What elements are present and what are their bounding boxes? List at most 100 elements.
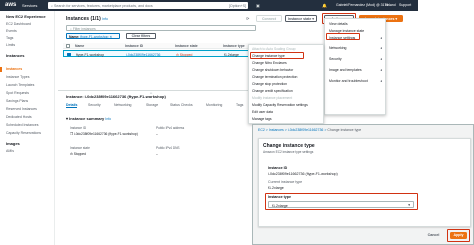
instance-id-link[interactable]: i-0dc238f09e11662736 <box>126 53 160 57</box>
instance-state-label: Instance state <box>70 146 90 150</box>
menu-item-image-templates[interactable]: Image and templates <box>329 68 362 72</box>
breadcrumb-current: Change instance type <box>327 128 362 132</box>
current-type-value: f1.2xlarge <box>268 186 284 190</box>
notifications-icon[interactable]: 🔔 <box>322 3 327 8</box>
sidebar-item[interactable]: Tags <box>6 36 13 40</box>
chevron-left-icon: ◂ <box>380 46 382 50</box>
breadcrumb-instance-id[interactable]: i-0dc238f09e11662736 <box>288 128 324 132</box>
column-header[interactable]: Name <box>75 44 84 48</box>
menu-item-view-details[interactable]: View details <box>329 22 348 26</box>
sidebar-header: New EC2 Experience <box>6 14 46 19</box>
highlight-change-instance-type <box>250 52 304 59</box>
instance-id-value: ❐ i-0dc238f09e11662736 (ftype-F1-worksho… <box>70 132 138 136</box>
public-ipv4-label: Public IPv4 address <box>156 126 185 130</box>
submenu-item-termination[interactable]: Change termination protection <box>252 75 297 79</box>
instance-state-button[interactable]: Instance state ▾ <box>285 15 317 22</box>
instance-detail-pane <box>58 90 248 245</box>
breadcrumb: EC2 > Instances > i-0dc238f09e11662736 >… <box>258 128 362 132</box>
menu-item-monitor[interactable]: Monitor and troubleshoot <box>329 79 368 83</box>
submenu-item-shutdown[interactable]: Change shutdown behavior <box>252 68 293 72</box>
page-title: Instances (1/1) Info <box>66 16 108 22</box>
sidebar-item[interactable]: Savings Plans <box>6 99 28 103</box>
submenu-item-credit-spec[interactable]: Change credit specification <box>252 89 293 93</box>
column-header[interactable]: Instance ID <box>125 44 143 48</box>
highlight-apply <box>447 229 470 242</box>
aws-logo[interactable]: aws <box>5 2 16 8</box>
submenu-item-manage-tags[interactable]: Manage tags <box>252 117 272 121</box>
sidebar-item[interactable]: Events <box>6 29 17 33</box>
sidebar-item-instances[interactable]: Instances <box>6 67 22 71</box>
chevron-left-icon: ◂ <box>380 57 382 61</box>
public-dns-label: Public IPv4 DNS <box>156 146 180 150</box>
sidebar-item[interactable]: Limits <box>6 43 15 47</box>
table-row[interactable]: ftype-F1-workshop i-0dc238f09e11662736 ⊝… <box>63 50 268 57</box>
tab-storage[interactable]: Storage <box>146 103 158 107</box>
connect-button[interactable]: Connect <box>256 15 282 22</box>
submenu-item-nitro-enclaves[interactable]: Change Nitro Enclaves <box>252 61 287 65</box>
copy-icon: ❐ <box>70 132 73 136</box>
cancel-button[interactable]: Cancel <box>425 232 442 239</box>
region-selector[interactable]: Ireland <box>385 3 396 7</box>
submenu-item-attach-asg[interactable]: Attach to Auto Scaling Group <box>252 47 296 51</box>
sidebar: New EC2 Experience EC2 Dashboard Events … <box>0 11 55 245</box>
column-header[interactable]: Instance type <box>223 44 245 48</box>
instance-state: ⊝ Stopped <box>176 52 193 57</box>
highlight-instance-settings <box>326 33 360 40</box>
current-type-label: Current instance type <box>268 180 303 184</box>
active-indicator <box>0 67 2 72</box>
submenu-item-user-data[interactable]: Edit user data <box>252 110 273 114</box>
column-header[interactable]: Instance state <box>175 44 198 48</box>
instance-name: ftype-F1-workshop <box>76 52 105 57</box>
sidebar-item[interactable]: EC2 Dashboard <box>6 22 31 26</box>
account-menu[interactable]: Gabriel/Fernandez (Mod) @ 3171... <box>336 3 391 7</box>
sidebar-item[interactable]: Launch Templates <box>6 83 34 87</box>
menu-item-networking[interactable]: Networking <box>329 46 347 50</box>
close-icon[interactable]: ✕ <box>109 35 112 39</box>
card-subtitle: Amazon EC2 instance type settings <box>263 150 314 154</box>
search-placeholder: Search for services, features, marketpla… <box>54 3 153 8</box>
submenu-item-stop-protection[interactable]: Change stop protection <box>252 82 287 86</box>
tab-status-checks[interactable]: Status Checks <box>170 103 193 107</box>
filter-chip[interactable]: Name: ftype-F1-workshop ✕ <box>66 33 120 39</box>
sidebar-item[interactable]: Reserved Instances <box>6 107 37 111</box>
sidebar-section-instances[interactable]: Instances <box>6 53 24 58</box>
search-shortcut: [Option+S] <box>228 3 246 8</box>
sidebar-item[interactable]: Capacity Reservations <box>6 131 41 135</box>
filter-instances-input[interactable]: ⌕ Filter instances <box>66 25 256 31</box>
refresh-icon[interactable]: ⟳ <box>246 16 249 21</box>
instance-id-value: i-0dc238f09e11662736 (ftype-F1-workshop) <box>268 172 338 176</box>
sidebar-item[interactable]: Scheduled Instances <box>6 123 39 127</box>
chevron-left-icon: ◂ <box>380 79 382 83</box>
chevron-left-icon: ◂ <box>380 68 382 72</box>
services-menu[interactable]: Services <box>22 3 37 8</box>
tab-monitoring[interactable]: Monitoring <box>206 103 222 107</box>
row-checkbox[interactable] <box>67 52 71 56</box>
breadcrumb-ec2[interactable]: EC2 <box>258 128 265 132</box>
menu-item-security[interactable]: Security <box>329 57 342 61</box>
table-header: Name Instance ID Instance state Instance… <box>63 43 268 49</box>
chevron-left-icon: ◂ <box>380 36 382 40</box>
submenu-item-placement[interactable]: Modify instance placement <box>252 96 292 100</box>
clear-filters-button[interactable]: Clear filters <box>126 33 156 39</box>
sidebar-item[interactable]: Instance Types <box>6 75 29 79</box>
public-ipv4-value: – <box>156 132 158 136</box>
cloudshell-icon[interactable]: ▣ <box>256 3 260 8</box>
tab-networking[interactable]: Networking <box>114 103 132 107</box>
global-search-input[interactable]: ⌕ Search for services, features, marketp… <box>48 2 248 9</box>
select-all-checkbox[interactable] <box>66 44 70 48</box>
summary-heading[interactable]: ▾ Instance summary Info <box>66 116 111 121</box>
info-link[interactable]: Info <box>102 17 108 21</box>
tab-security[interactable]: Security <box>88 103 101 107</box>
public-dns-value: – <box>156 152 158 156</box>
sidebar-item[interactable]: Spot Requests <box>6 91 29 95</box>
sidebar-item[interactable]: Dedicated Hosts <box>6 115 32 119</box>
submenu-item-capacity-reservation[interactable]: Modify Capacity Reservation settings <box>252 103 308 107</box>
tab-details[interactable]: Details <box>66 103 78 108</box>
highlight-instance-type-select <box>265 193 418 210</box>
tab-tags[interactable]: Tags <box>236 103 243 107</box>
instance-type: f1.2xlarge <box>224 52 239 57</box>
sidebar-item[interactable]: AMIs <box>6 149 14 153</box>
support-menu[interactable]: Support <box>399 3 411 7</box>
breadcrumb-instances[interactable]: Instances <box>269 128 284 132</box>
sidebar-section-images[interactable]: Images <box>6 141 20 146</box>
